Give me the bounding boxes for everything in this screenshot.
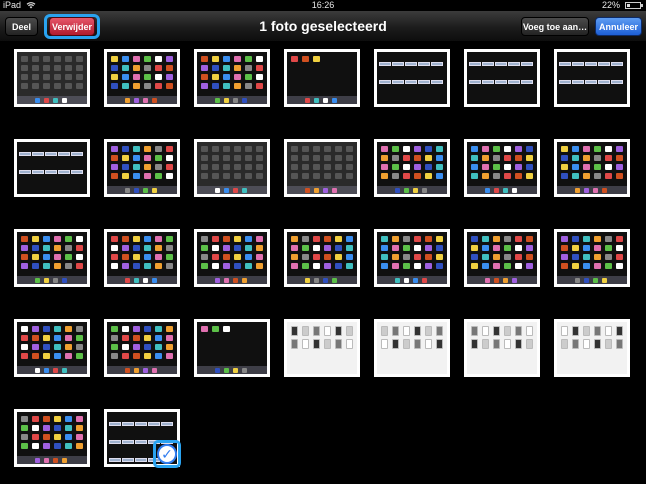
- photo-thumbnail[interactable]: [464, 229, 540, 287]
- photo-image: [467, 52, 537, 104]
- photo-image: [557, 52, 627, 104]
- photo-thumbnail[interactable]: [14, 319, 90, 377]
- photo-image: [107, 322, 177, 374]
- photo-image: [197, 52, 267, 104]
- photo-image: [107, 232, 177, 284]
- photo-image: [557, 142, 627, 194]
- checkmark-icon: ✓: [157, 444, 177, 464]
- photo-thumbnail[interactable]: [374, 229, 450, 287]
- photo-thumbnail[interactable]: [194, 49, 270, 107]
- photo-thumbnail[interactable]: [284, 229, 360, 287]
- photo-thumbnail[interactable]: [194, 139, 270, 197]
- photo-image: [557, 232, 627, 284]
- photo-thumbnail[interactable]: [464, 319, 540, 377]
- photo-image: [377, 322, 447, 374]
- photo-image: [107, 142, 177, 194]
- photo-thumbnail[interactable]: [374, 319, 450, 377]
- photo-thumbnail[interactable]: [284, 319, 360, 377]
- photo-image: [17, 142, 87, 194]
- photo-image: [107, 52, 177, 104]
- photo-image: [377, 232, 447, 284]
- photo-thumbnail[interactable]: [14, 49, 90, 107]
- photo-image: [467, 142, 537, 194]
- photo-thumbnail[interactable]: [194, 229, 270, 287]
- photo-image: [17, 322, 87, 374]
- photo-thumbnail[interactable]: [554, 49, 630, 107]
- photo-thumbnail[interactable]: [464, 49, 540, 107]
- photo-thumbnail[interactable]: [554, 229, 630, 287]
- photo-image: [197, 232, 267, 284]
- photo-image: [377, 142, 447, 194]
- photo-image: [17, 412, 87, 464]
- photo-image: [377, 52, 447, 104]
- photo-thumbnail[interactable]: [14, 229, 90, 287]
- photo-thumbnail[interactable]: [14, 409, 90, 467]
- photo-thumbnail[interactable]: [554, 139, 630, 197]
- photo-thumbnail[interactable]: [464, 139, 540, 197]
- photo-thumbnail[interactable]: [14, 139, 90, 197]
- photo-image: [557, 322, 627, 374]
- photo-image: [197, 142, 267, 194]
- photo-thumbnail[interactable]: [374, 49, 450, 107]
- photo-image: [467, 322, 537, 374]
- photo-thumbnail[interactable]: [374, 139, 450, 197]
- photo-image: [197, 322, 267, 374]
- photo-thumbnail[interactable]: [104, 139, 180, 197]
- photo-thumbnail[interactable]: [104, 229, 180, 287]
- photo-thumbnail[interactable]: [554, 319, 630, 377]
- photo-image: [467, 232, 537, 284]
- photo-image: [287, 232, 357, 284]
- photo-image: [17, 52, 87, 104]
- photo-thumbnail[interactable]: [104, 49, 180, 107]
- photo-grid: ✓: [0, 0, 646, 484]
- photo-image: [287, 322, 357, 374]
- photo-thumbnail[interactable]: [104, 319, 180, 377]
- photo-thumbnail[interactable]: [284, 49, 360, 107]
- photo-image: [17, 232, 87, 284]
- photo-thumbnail[interactable]: [194, 319, 270, 377]
- photo-image: [287, 142, 357, 194]
- photo-thumbnail[interactable]: [284, 139, 360, 197]
- photo-image: [287, 52, 357, 104]
